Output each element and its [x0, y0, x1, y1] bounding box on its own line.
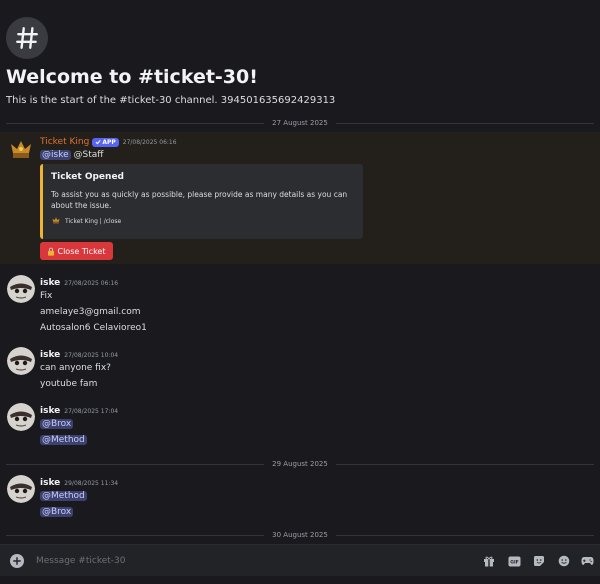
message-line: @Method [40, 491, 87, 501]
message-line: can anyone fix? [40, 363, 111, 373]
author-name[interactable]: iske [40, 350, 60, 360]
emoji-icon [558, 555, 570, 567]
close-ticket-button[interactable]: Close Ticket [40, 242, 113, 260]
message-header: iske 27/08/2025 17:04 [40, 406, 118, 416]
app-badge-label: APP [102, 138, 116, 146]
role-mention[interactable]: @Staff [74, 150, 104, 160]
apps-button[interactable] [580, 554, 594, 568]
message-line: @Brox [40, 419, 74, 429]
date-divider-label: 27 August 2025 [272, 119, 328, 127]
author-name[interactable]: iske [40, 278, 60, 288]
add-attachment-icon [13, 557, 21, 565]
svg-text:GIF: GIF [510, 559, 518, 565]
message-timestamp: 27/08/2025 06:16 [64, 279, 119, 287]
hash-icon [16, 27, 38, 49]
sticker-icon [534, 556, 544, 566]
message-timestamp: 27/08/2025 06:16 [122, 138, 177, 146]
user-mention[interactable]: @iske [40, 150, 71, 160]
date-divider: 30 August 2025 [6, 530, 595, 540]
user-mention[interactable]: @Method [40, 491, 87, 501]
welcome-subtitle: This is the start of the #ticket-30 chan… [6, 95, 336, 106]
user-avatar[interactable] [7, 275, 35, 303]
author-name[interactable]: iske [40, 406, 60, 416]
message-header: iske 29/08/2025 11:34 [40, 478, 118, 488]
message-timestamp: 27/08/2025 10:04 [64, 351, 119, 359]
channel-hash-icon [6, 17, 48, 59]
gif-button[interactable]: GIF [507, 554, 521, 568]
date-divider: 27 August 2025 [6, 118, 595, 128]
bot-footer-icon [52, 217, 60, 224]
user-avatar[interactable] [7, 403, 35, 431]
date-divider-label: 30 August 2025 [272, 531, 328, 539]
message-line: youtube fam [40, 379, 98, 389]
gif-icon: GIF [508, 556, 520, 566]
add-attachment-button[interactable] [10, 554, 24, 568]
user-mention[interactable]: @Method [40, 435, 87, 445]
message-timestamp: 27/08/2025 17:04 [64, 407, 119, 415]
lock-icon [48, 247, 55, 256]
app-badge: APP [92, 137, 119, 147]
emoji-button[interactable] [557, 554, 571, 568]
embed-title: Ticket Opened [51, 172, 124, 182]
sticker-button[interactable] [532, 554, 546, 568]
message-header: iske 27/08/2025 10:04 [40, 350, 118, 360]
message-line: Fix [40, 291, 53, 301]
embed-footer: Ticket King | /close [51, 216, 121, 226]
message-line: @Method [40, 435, 87, 445]
ticket-embed: Ticket Opened To assist you as quickly a… [40, 164, 363, 239]
message-line: Autosalon6 Celavioreo1 [40, 323, 147, 333]
message-line: amelaye3@gmail.com [40, 307, 141, 317]
message-line: @Brox [40, 507, 74, 517]
bot-mention-line: @iske @Staff [40, 150, 103, 160]
date-divider-label: 29 August 2025 [272, 460, 328, 468]
message-timestamp: 29/08/2025 11:34 [64, 479, 119, 487]
date-divider: 29 August 2025 [6, 459, 595, 469]
close-ticket-label: Close Ticket [57, 246, 106, 256]
message-composer: GIF [0, 544, 600, 576]
user-avatar[interactable] [7, 475, 35, 503]
user-mention[interactable]: @Brox [40, 419, 74, 429]
message-input[interactable] [36, 551, 456, 571]
verified-check-icon [95, 140, 101, 145]
gift-icon [484, 556, 494, 567]
bot-avatar[interactable] [7, 137, 35, 165]
apps-icon [581, 557, 593, 565]
embed-description: To assist you as quickly as possible, pl… [51, 190, 348, 210]
author-name[interactable]: iske [40, 478, 60, 488]
message-header: iske 27/08/2025 06:16 [40, 278, 118, 288]
user-avatar[interactable] [7, 347, 35, 375]
welcome-title: Welcome to #ticket-30! [6, 66, 258, 88]
bot-message-header: Ticket King APP 27/08/2025 06:16 [40, 137, 177, 147]
user-mention[interactable]: @Brox [40, 507, 74, 517]
gift-button[interactable] [482, 554, 496, 568]
embed-footer-text: Ticket King | /close [65, 217, 122, 225]
bot-author-name[interactable]: Ticket King [40, 137, 89, 147]
